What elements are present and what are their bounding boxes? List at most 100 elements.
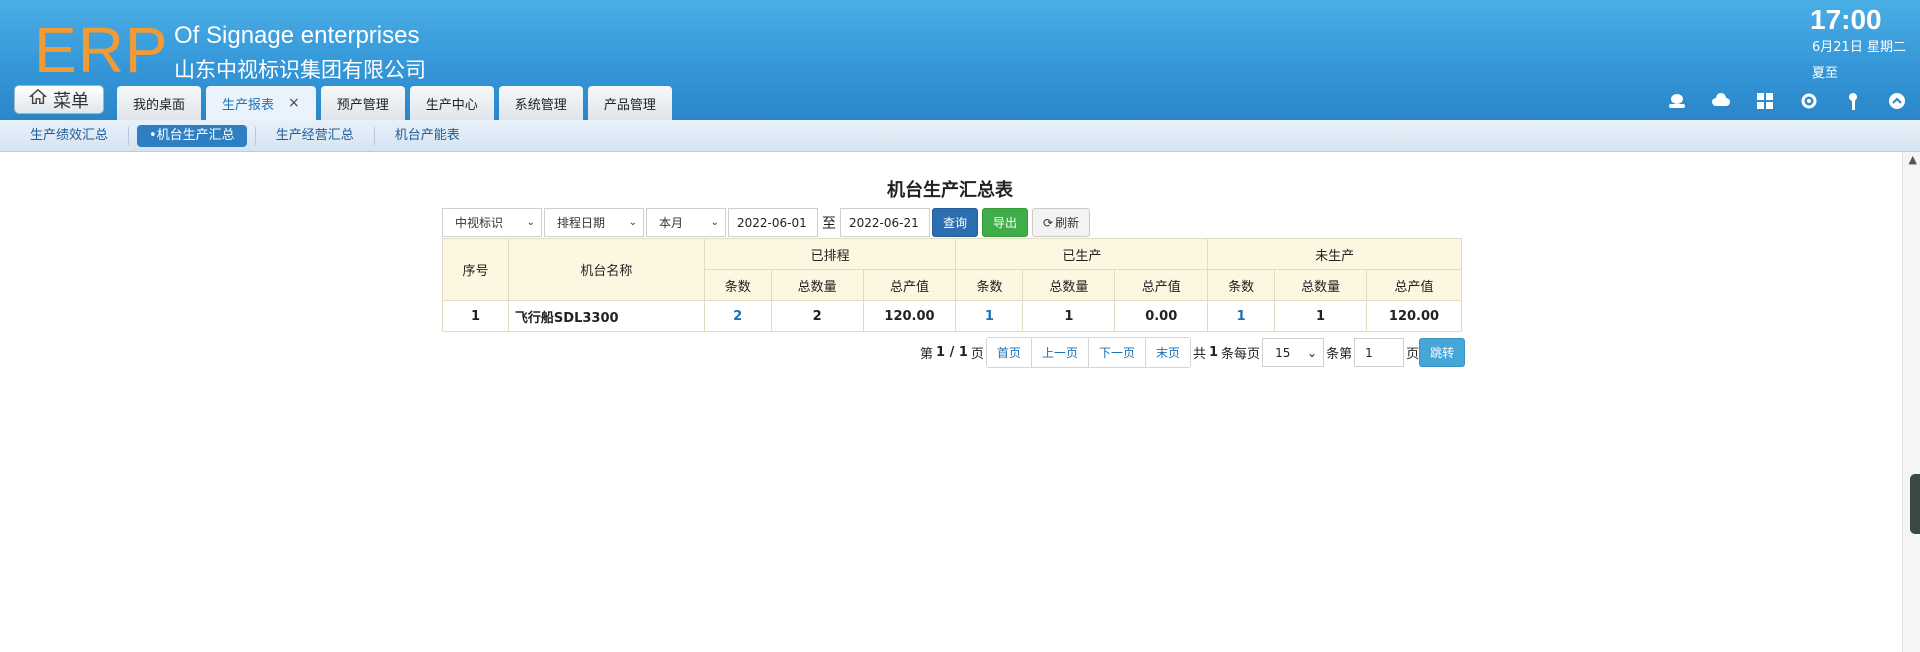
menu-label: 菜单 xyxy=(53,90,89,112)
goto-button[interactable]: 跳转 xyxy=(1419,338,1466,367)
header-value: 总产值 xyxy=(862,269,957,301)
refresh-icon: ⟳ xyxy=(1043,215,1054,230)
chevron-down-icon: ⌄ xyxy=(628,217,637,228)
date-from-input[interactable]: 2022-06-01 xyxy=(728,208,818,237)
filter-bar: 中视标识 ⌄ 排程日期 ⌄ 本月 ⌄ 2022-06-01 至 2022-06-21 … xyxy=(442,208,1091,237)
select-value: 排程日期 xyxy=(557,216,606,230)
select-value: 本月 xyxy=(659,216,684,230)
page-indicator: 1 / 1 xyxy=(936,345,968,360)
collapse-icon[interactable] xyxy=(1886,90,1908,112)
clock-date: 6月21日 星期二 xyxy=(1812,40,1906,55)
side-drawer-handle[interactable] xyxy=(1910,474,1920,534)
subnav-machine-capacity[interactable]: 机台产能表 xyxy=(383,125,472,147)
apps-icon[interactable] xyxy=(1754,90,1776,112)
total-suffix: 条每页 xyxy=(1221,347,1261,362)
query-button[interactable]: 查询 xyxy=(932,208,979,237)
gear-icon[interactable] xyxy=(1798,90,1820,112)
tab-production-center[interactable]: 生产中心 xyxy=(409,86,494,120)
solar-term: 夏至 xyxy=(1812,66,1839,81)
cell-unproduced-count-link[interactable]: 1 xyxy=(1207,300,1276,332)
cell-scheduled-qty: 2 xyxy=(770,300,864,332)
cell-scheduled-count-link[interactable]: 2 xyxy=(703,300,772,332)
cloud-icon[interactable] xyxy=(1710,90,1732,112)
tab-desktop[interactable]: 我的桌面 xyxy=(117,86,202,120)
header-toolbar xyxy=(1666,90,1908,112)
brand-chinese-name: 山东中视标识集团有限公司 xyxy=(174,58,426,82)
header-seq: 序号 xyxy=(442,238,509,301)
refresh-button[interactable]: ⟳ 刷新 xyxy=(1032,208,1091,237)
header-qty: 总数量 xyxy=(1022,269,1116,301)
company-select[interactable]: 中视标识 ⌄ xyxy=(442,208,542,237)
tab-label: 系统管理 xyxy=(514,97,567,113)
cell-unproduced-qty: 1 xyxy=(1274,300,1368,332)
divider xyxy=(373,126,375,145)
select-value: 中视标识 xyxy=(455,216,504,230)
brand-english-name: Of Signage enterprises xyxy=(174,22,420,49)
cell-produced-value: 0.00 xyxy=(1114,300,1209,332)
tab-label: 我的桌面 xyxy=(133,97,186,113)
tab-label: 生产中心 xyxy=(425,97,478,113)
cell-produced-count-link[interactable]: 1 xyxy=(955,300,1024,332)
header-qty: 总数量 xyxy=(1274,269,1368,301)
cell-produced-qty: 1 xyxy=(1022,300,1116,332)
close-icon[interactable]: × xyxy=(288,95,300,111)
key-icon[interactable] xyxy=(1842,90,1864,112)
page-suffix: 页 xyxy=(970,347,984,362)
table-row: 1 飞行船SDL3300 2 2 120.00 1 1 0.00 1 1 120… xyxy=(442,300,1462,332)
divider xyxy=(128,126,130,145)
next-page-button[interactable]: 下一页 xyxy=(1088,338,1146,367)
header-produced: 已生产 xyxy=(955,238,1209,270)
cell-machine: 飞行船SDL3300 xyxy=(507,300,705,332)
chevron-down-icon: ⌄ xyxy=(526,217,535,228)
first-page-button[interactable]: 首页 xyxy=(986,338,1032,367)
tab-preproduction[interactable]: 预产管理 xyxy=(320,86,405,120)
header-unproduced: 未生产 xyxy=(1207,238,1462,270)
pagination: 第 1 / 1 页 首页 上一页 下一页 末页 共 1 条每页 15 ⌄ 条第 1… xyxy=(920,337,1466,368)
header-value: 总产值 xyxy=(1114,269,1209,301)
prev-page-button[interactable]: 上一页 xyxy=(1031,338,1089,367)
select-value: 15 xyxy=(1275,345,1291,360)
user-icon[interactable] xyxy=(1666,90,1688,112)
subnav-machine-summary[interactable]: •机台生产汇总 xyxy=(137,124,247,147)
tab-product[interactable]: 产品管理 xyxy=(587,86,672,120)
tab-system[interactable]: 系统管理 xyxy=(498,86,583,120)
total-count: 1 xyxy=(1209,345,1219,360)
page-prefix: 第 xyxy=(920,347,934,362)
header-scheduled: 已排程 xyxy=(703,238,957,270)
tab-production-report[interactable]: 生产报表 × xyxy=(206,86,316,120)
chevron-down-icon: ⌄ xyxy=(710,217,719,228)
tab-label: 预产管理 xyxy=(336,97,389,113)
header-value: 总产值 xyxy=(1366,269,1462,301)
period-select[interactable]: 本月 ⌄ xyxy=(646,208,726,237)
date-type-select[interactable]: 排程日期 ⌄ xyxy=(544,208,644,237)
date-to-input[interactable]: 2022-06-21 xyxy=(840,208,930,237)
page-title: 机台生产汇总表 xyxy=(887,180,1013,201)
main-tabs: 我的桌面 生产报表 × 预产管理 生产中心 系统管理 产品管理 xyxy=(117,86,672,120)
clock-time: 17:00 xyxy=(1810,4,1882,35)
home-icon xyxy=(28,88,48,111)
chevron-down-icon: ⌄ xyxy=(1307,345,1318,360)
vertical-scrollbar[interactable] xyxy=(1902,152,1920,652)
cell-scheduled-value: 120.00 xyxy=(862,300,957,332)
subnav-performance-summary[interactable]: 生产绩效汇总 xyxy=(18,125,120,147)
goto-page-input[interactable]: 1 xyxy=(1354,338,1405,367)
cell-seq: 1 xyxy=(442,300,509,332)
header-count: 条数 xyxy=(1207,269,1276,301)
scroll-up-icon[interactable]: ▲ xyxy=(1909,153,1917,166)
tab-label: 生产报表 xyxy=(222,97,275,113)
header-qty: 总数量 xyxy=(770,269,864,301)
refresh-label: 刷新 xyxy=(1055,216,1080,230)
divider xyxy=(254,126,256,145)
tab-label: 产品管理 xyxy=(603,97,656,113)
last-page-button[interactable]: 末页 xyxy=(1145,338,1190,367)
summary-table: 序号 机台名称 已排程 已生产 未生产 条数 总数量 总产值 条数 总数量 总产… xyxy=(442,238,1462,332)
header-count: 条数 xyxy=(955,269,1024,301)
header-count: 条数 xyxy=(703,269,772,301)
subnav-operation-summary[interactable]: 生产经营汇总 xyxy=(264,125,366,147)
page-size-select[interactable]: 15 ⌄ xyxy=(1262,338,1325,367)
pager-buttons: 首页 上一页 下一页 末页 xyxy=(985,337,1191,368)
export-button[interactable]: 导出 xyxy=(982,208,1029,237)
menu-button[interactable]: 菜单 xyxy=(14,85,104,114)
sub-nav: 生产绩效汇总 •机台生产汇总 生产经营汇总 机台产能表 xyxy=(0,120,1920,152)
size-suffix: 条第 xyxy=(1326,347,1353,362)
